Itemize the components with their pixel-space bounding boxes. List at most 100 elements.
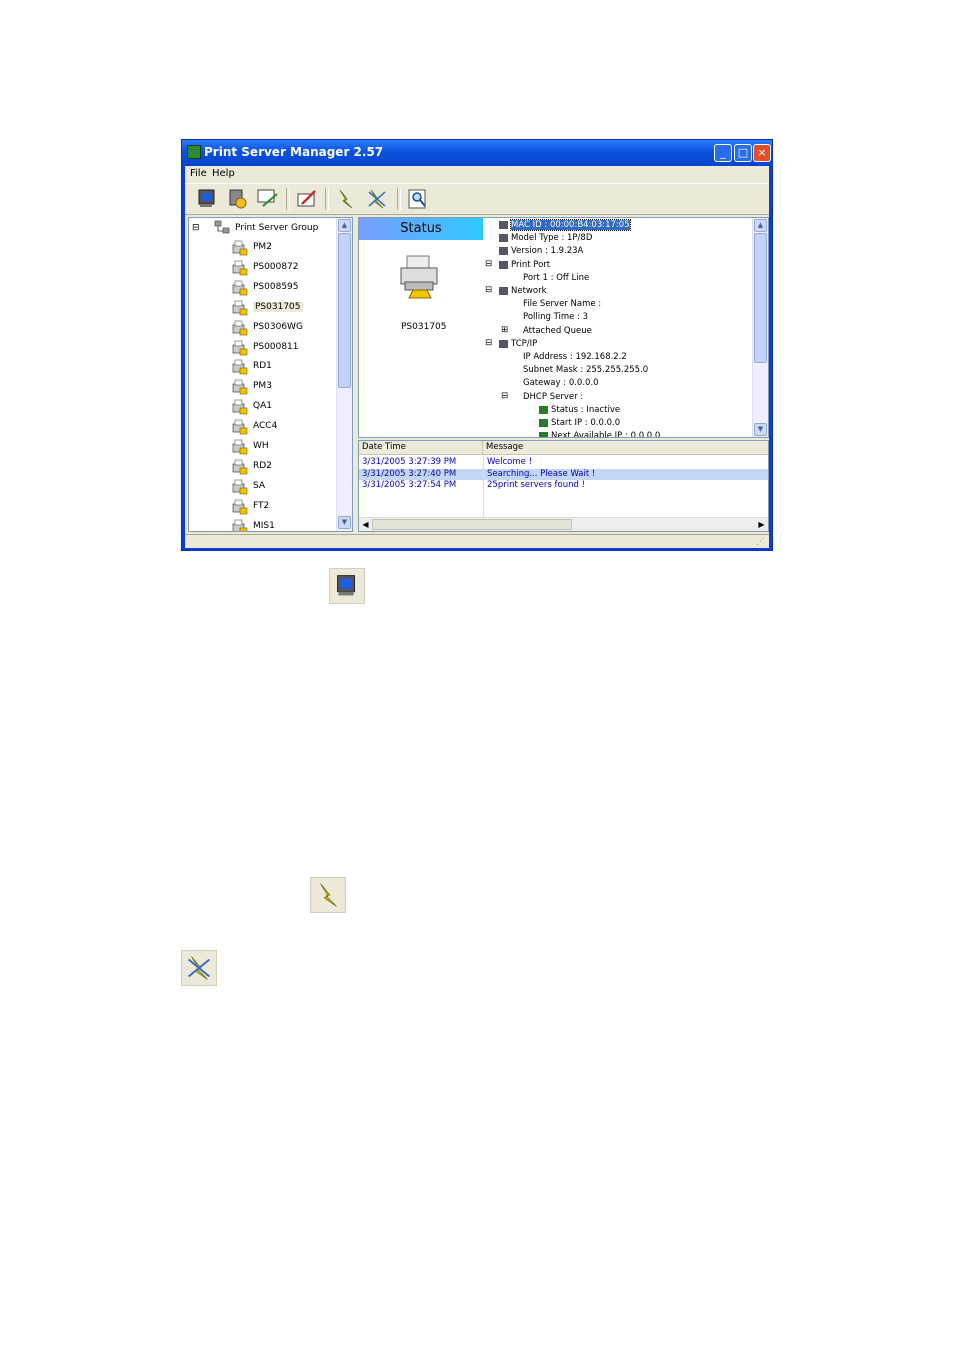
tree-item-pm2[interactable]: PM2 bbox=[253, 242, 272, 252]
log-row[interactable]: 3/31/2005 3:27:54 PM 25print servers foun… bbox=[359, 480, 768, 491]
scroll-thumb[interactable] bbox=[372, 519, 572, 530]
tree-item-qa1[interactable]: QA1 bbox=[253, 401, 272, 411]
tree-item-pm3[interactable]: PM3 bbox=[253, 381, 272, 391]
log-time: 3/31/2005 3:27:39 PM bbox=[362, 457, 457, 467]
property-item[interactable]: Start IP : 0.0.0.0 bbox=[551, 418, 620, 428]
log-message: Searching... Please Wait ! bbox=[487, 468, 596, 479]
resize-grip[interactable]: ⋰ bbox=[756, 537, 765, 547]
property-icon bbox=[499, 247, 508, 256]
print-server-icon bbox=[232, 340, 248, 355]
print-server-icon bbox=[232, 459, 248, 475]
magnifier-icon[interactable] bbox=[405, 186, 431, 212]
property-icon bbox=[499, 287, 508, 295]
property-item[interactable]: Subnet Mask : 255.255.255.0 bbox=[523, 365, 648, 375]
property-icon bbox=[539, 432, 548, 437]
property-item[interactable]: Model Type : 1P/8D bbox=[511, 233, 592, 243]
log-row[interactable]: 3/31/2005 3:27:39 PM Welcome ! bbox=[359, 457, 768, 468]
expand-toggle[interactable]: ⊟ bbox=[485, 259, 492, 269]
tree-item-ps0306wg[interactable]: PS0306WG bbox=[253, 322, 303, 332]
monitor-icon[interactable] bbox=[194, 186, 220, 212]
detail-scrollbar[interactable]: ▲ ▼ bbox=[752, 218, 768, 437]
server-tree-panel[interactable]: ⊟ Print Server Group PM2 PS000872 PS008595… bbox=[188, 217, 353, 532]
print-server-icon bbox=[232, 479, 248, 495]
print-server-icon bbox=[232, 320, 248, 335]
print-server-icon bbox=[232, 499, 248, 514]
log-time: 3/31/2005 3:27:54 PM bbox=[362, 480, 457, 490]
scroll-up-button[interactable]: ▲ bbox=[754, 219, 767, 232]
expand-toggle[interactable]: ⊟ bbox=[485, 338, 492, 348]
log-message: Welcome ! bbox=[487, 457, 532, 467]
lightning-cross-icon[interactable] bbox=[364, 186, 390, 212]
print-server-icon bbox=[232, 260, 248, 276]
log-row[interactable]: 3/31/2005 3:27:40 PM Searching... Please … bbox=[359, 468, 768, 480]
scroll-up-button[interactable]: ▲ bbox=[338, 219, 351, 232]
column-divider bbox=[483, 455, 484, 517]
tree-root-label[interactable]: Print Server Group bbox=[235, 223, 318, 233]
tree-item-rd2[interactable]: RD2 bbox=[253, 461, 272, 471]
property-icon bbox=[499, 221, 508, 229]
property-icon bbox=[499, 260, 508, 269]
expand-toggle[interactable]: ⊟ bbox=[501, 391, 508, 401]
minimize-button[interactable]: _ bbox=[714, 144, 732, 162]
printer-icon bbox=[400, 255, 438, 299]
print-server-icon bbox=[232, 300, 248, 315]
property-item[interactable]: MAC ID : 00:00:B4:03:17:05 bbox=[510, 219, 631, 231]
menu-help[interactable]: Help bbox=[212, 168, 235, 179]
print-server-icon bbox=[232, 399, 248, 415]
tree-item-ps008595[interactable]: PS008595 bbox=[253, 282, 299, 292]
print-server-icon bbox=[232, 379, 248, 395]
tree-item-ft2[interactable]: FT2 bbox=[253, 501, 269, 511]
search-network-icon[interactable] bbox=[255, 186, 281, 212]
property-item[interactable]: Polling Time : 3 bbox=[523, 312, 588, 322]
settings-icon[interactable] bbox=[225, 186, 251, 212]
log-header-datetime[interactable]: Date Time bbox=[359, 441, 483, 455]
property-item[interactable]: Port 1 : Off Line bbox=[523, 273, 589, 283]
expand-toggle[interactable]: ⊞ bbox=[501, 325, 508, 335]
scroll-left-button[interactable]: ◀ bbox=[360, 519, 371, 530]
tree-collapse-toggle[interactable]: ⊟ bbox=[192, 223, 200, 233]
close-button[interactable]: × bbox=[753, 144, 771, 162]
property-item[interactable]: File Server Name : bbox=[523, 299, 601, 309]
print-server-icon bbox=[232, 439, 248, 455]
scroll-right-button[interactable]: ▶ bbox=[756, 519, 767, 530]
log-hscrollbar[interactable]: ◀ ▶ bbox=[359, 517, 768, 531]
tree-item-ps000811[interactable]: PS000811 bbox=[253, 342, 299, 352]
property-item[interactable]: Print Port bbox=[511, 260, 550, 270]
toolbar-separator bbox=[325, 188, 329, 210]
status-header: Status bbox=[359, 218, 483, 240]
property-item[interactable]: Gateway : 0.0.0.0 bbox=[523, 378, 599, 388]
tree-item-ps000872[interactable]: PS000872 bbox=[253, 262, 299, 272]
tree-scrollbar[interactable]: ▲ ▼ bbox=[336, 218, 352, 531]
property-item[interactable]: Network bbox=[511, 286, 547, 296]
maximize-button[interactable]: □ bbox=[734, 144, 752, 162]
menu-bar: File Help bbox=[185, 166, 769, 182]
property-item[interactable]: Next Available IP : 0.0.0.0 bbox=[551, 431, 660, 437]
tree-item-rd1[interactable]: RD1 bbox=[253, 361, 272, 371]
lightning-icon[interactable] bbox=[333, 186, 359, 212]
menu-file[interactable]: File bbox=[190, 168, 207, 179]
scroll-thumb[interactable] bbox=[754, 233, 767, 363]
app-icon bbox=[187, 145, 201, 159]
scroll-down-button[interactable]: ▼ bbox=[754, 423, 767, 436]
scroll-down-button[interactable]: ▼ bbox=[338, 516, 351, 529]
tree-item-ps031705[interactable]: PS031705 bbox=[253, 301, 303, 312]
title-bar[interactable]: Print Server Manager 2.57 _ □ × bbox=[182, 140, 772, 166]
log-header-message[interactable]: Message bbox=[483, 441, 768, 455]
tree-item-acc4[interactable]: ACC4 bbox=[253, 421, 277, 431]
app-window: Print Server Manager 2.57 _ □ × File Hel… bbox=[181, 139, 773, 551]
scroll-thumb[interactable] bbox=[338, 233, 351, 388]
network-group-icon bbox=[214, 220, 230, 234]
expand-toggle[interactable]: ⊟ bbox=[485, 285, 492, 295]
property-item[interactable]: DHCP Server : bbox=[523, 392, 583, 402]
tree-item-wh[interactable]: WH bbox=[253, 441, 269, 451]
lightning-icon bbox=[310, 877, 346, 913]
edit-icon[interactable] bbox=[294, 186, 320, 212]
property-item[interactable]: Attached Queue bbox=[523, 326, 592, 336]
property-item[interactable]: IP Address : 192.168.2.2 bbox=[523, 352, 627, 362]
property-item[interactable]: TCP/IP bbox=[511, 339, 537, 349]
property-item[interactable]: Version : 1.9.23A bbox=[511, 246, 583, 256]
tree-item-sa[interactable]: SA bbox=[253, 481, 265, 491]
property-item[interactable]: Status : Inactive bbox=[551, 405, 620, 415]
tree-item-mis1[interactable]: MIS1 bbox=[253, 521, 275, 531]
print-server-icon bbox=[232, 360, 248, 375]
